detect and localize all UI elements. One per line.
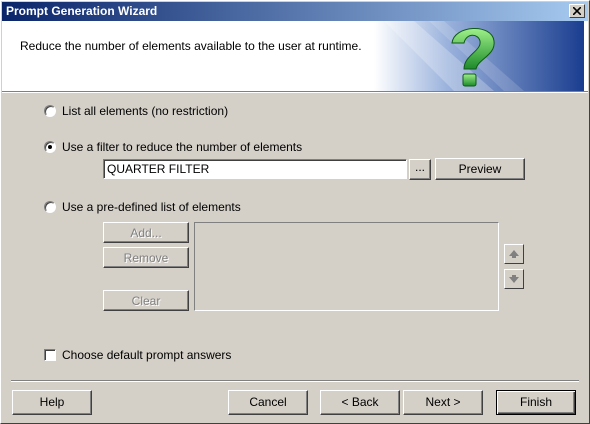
arrow-down-icon <box>509 275 519 283</box>
filter-input[interactable]: QUARTER FILTER <box>103 159 407 179</box>
close-icon <box>573 7 581 15</box>
preview-button[interactable]: Preview <box>435 158 525 180</box>
wizard-header: Reduce the number of elements available … <box>2 21 588 91</box>
predefined-elements-list[interactable] <box>194 222 499 311</box>
radio-list-all[interactable] <box>44 105 56 117</box>
header-instruction: Reduce the number of elements available … <box>20 39 362 53</box>
question-mark-icon <box>374 21 584 91</box>
header-divider-highlight <box>2 92 588 93</box>
remove-button[interactable]: Remove <box>103 247 189 268</box>
cancel-button[interactable]: Cancel <box>228 390 308 415</box>
option-predefined[interactable]: Use a pre-defined list of elements <box>44 200 241 214</box>
option-use-filter[interactable]: Use a filter to reduce the number of ele… <box>44 140 302 154</box>
footer-divider-highlight <box>11 381 579 382</box>
clear-button[interactable]: Clear <box>103 290 189 311</box>
option-list-all-label: List all elements (no restriction) <box>62 104 229 118</box>
next-button[interactable]: Next > <box>403 390 483 415</box>
option-use-filter-label: Use a filter to reduce the number of ele… <box>62 140 303 154</box>
back-button[interactable]: < Back <box>320 390 400 415</box>
window-title: Prompt Generation Wizard <box>6 4 158 18</box>
browse-filter-button[interactable]: ... <box>409 159 431 180</box>
arrow-up-icon <box>509 250 519 258</box>
finish-button[interactable]: Finish <box>496 390 576 415</box>
default-answers-option[interactable]: Choose default prompt answers <box>44 348 231 362</box>
title-bar[interactable]: Prompt Generation Wizard <box>2 2 588 21</box>
close-button[interactable] <box>569 4 585 18</box>
radio-predefined[interactable] <box>44 201 56 213</box>
default-answers-label: Choose default prompt answers <box>62 348 232 362</box>
wizard-window: Prompt Generation Wizard Reduce the numb… <box>0 0 590 424</box>
option-predefined-label: Use a pre-defined list of elements <box>62 200 241 214</box>
default-answers-checkbox[interactable] <box>44 349 56 361</box>
radio-use-filter[interactable] <box>44 141 56 153</box>
help-button[interactable]: Help <box>12 390 92 415</box>
option-list-all[interactable]: List all elements (no restriction) <box>44 104 228 118</box>
add-button[interactable]: Add... <box>103 222 189 243</box>
move-down-button[interactable] <box>504 269 524 289</box>
move-up-button[interactable] <box>504 244 524 264</box>
